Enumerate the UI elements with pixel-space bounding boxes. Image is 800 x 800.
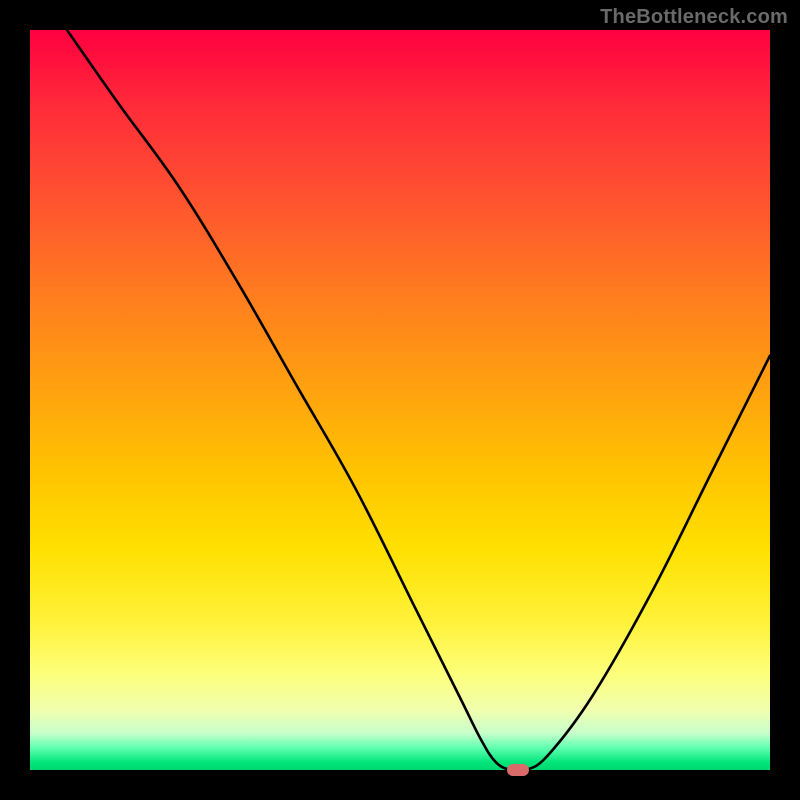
- curve-svg: [30, 30, 770, 770]
- bottleneck-curve-path: [67, 30, 770, 770]
- bottleneck-chart: TheBottleneck.com: [0, 0, 800, 800]
- watermark-text: TheBottleneck.com: [600, 6, 788, 29]
- minimum-marker: [507, 764, 529, 776]
- plot-area: [30, 30, 770, 770]
